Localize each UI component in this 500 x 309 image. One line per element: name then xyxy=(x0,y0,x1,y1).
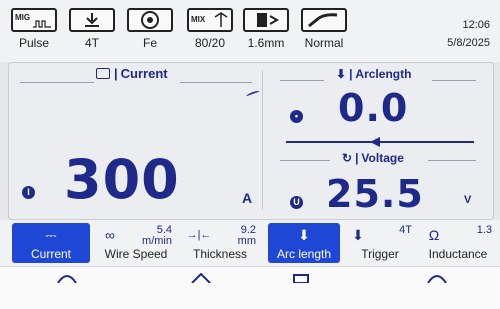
parameter-tab-bar: ⎓ Current ∞ 5.4 m/min Wire Speed →|← 9.2 m… xyxy=(0,220,500,266)
panel-divider xyxy=(262,70,263,210)
waveform-monitor-icon xyxy=(96,68,110,79)
current-panel-title: Current xyxy=(120,66,168,81)
wire-material-button[interactable]: Fe xyxy=(120,8,180,58)
arclength-panel-header: ⬇ | Arclength xyxy=(336,67,412,81)
wire-material-label: Fe xyxy=(142,36,157,50)
home-icon[interactable] xyxy=(190,273,212,283)
torch-icon xyxy=(301,8,347,32)
current-header-line-right xyxy=(180,82,252,83)
voltage-header-line-right xyxy=(428,160,476,161)
arclength-panel-title: Arclength xyxy=(355,67,412,81)
waveform-monitor-icon: ⎓ xyxy=(45,227,57,243)
arclength-icon: ⬇ xyxy=(298,227,310,243)
tab-thickness[interactable]: →|← 9.2 mm Thickness xyxy=(180,223,260,263)
trigger-icon: ⬇ xyxy=(352,227,364,243)
arclength-badge-icon: • xyxy=(290,110,303,123)
tab-trigger[interactable]: ⬇ 4T Trigger xyxy=(344,223,416,263)
navigation-strip xyxy=(0,266,500,309)
tab-trigger-label: Trigger xyxy=(361,247,399,261)
menu-icon[interactable] xyxy=(290,273,312,283)
trigger-value: 4T xyxy=(399,224,412,236)
wire-diameter-icon xyxy=(243,8,289,32)
settings-icon[interactable] xyxy=(426,273,448,283)
current-unit: A xyxy=(242,190,253,206)
tab-current[interactable]: ⎓ Current xyxy=(12,223,90,263)
tab-thickness-label: Thickness xyxy=(192,247,248,261)
arclength-slider-track[interactable] xyxy=(286,141,474,143)
tab-arc-length[interactable]: ⬇ Arc length xyxy=(268,223,340,263)
wire-diameter-button[interactable]: 1.6mm xyxy=(236,8,296,58)
current-header-line-left xyxy=(20,82,94,83)
voltage-panel-header: ↻ | Voltage xyxy=(342,151,404,165)
current-badge-icon: I xyxy=(22,186,35,199)
arclength-icon: ⬇ xyxy=(336,67,347,81)
tab-wire-speed-label: Wire Speed xyxy=(104,247,168,261)
process-mode-button[interactable]: MIG Pulse xyxy=(4,8,64,58)
wire-speed-value: 5.4 m/min xyxy=(142,224,172,247)
tab-current-label: Current xyxy=(30,247,71,261)
current-panel-header: | Current xyxy=(96,66,168,81)
gas-mix-button[interactable]: MIX 80/20 xyxy=(180,8,240,58)
voltage-icon: ↻ xyxy=(342,151,353,165)
mig-pulse-icon: MIG xyxy=(11,8,57,32)
voltage-value[interactable]: 25.5 xyxy=(326,172,424,216)
welding-waveform xyxy=(28,108,231,146)
voltage-header-line-left xyxy=(280,160,330,161)
voltage-panel-title: Voltage xyxy=(361,151,404,165)
arclength-slider-handle[interactable] xyxy=(370,137,380,147)
voltage-badge-icon: U xyxy=(290,196,303,209)
wire-spool-icon xyxy=(127,8,173,32)
inductance-value: 1.3 xyxy=(476,224,492,236)
time-text: 12:06 xyxy=(462,19,490,31)
date-text: 5/8/2025 xyxy=(447,37,490,49)
wire-feed-icon: ∞ xyxy=(105,227,115,243)
tab-wire-speed[interactable]: ∞ 5.4 m/min Wire Speed xyxy=(96,223,176,263)
trigger-mode-button[interactable]: 4T xyxy=(62,8,122,58)
arclength-header-line-right xyxy=(432,80,476,81)
arclength-header-line-left xyxy=(280,80,324,81)
inductance-icon: Ω xyxy=(428,227,440,243)
trigger-4t-icon xyxy=(69,8,115,32)
tab-arc-length-label: Arc length xyxy=(276,247,332,261)
tab-inductance[interactable]: Ω 1.3 Inductance xyxy=(420,223,496,263)
torch-mode-label: Normal xyxy=(304,36,344,50)
thickness-value: 9.2 mm xyxy=(237,224,256,247)
back-icon[interactable] xyxy=(56,273,78,283)
arclength-value[interactable]: 0.0 xyxy=(338,86,408,130)
current-value[interactable]: 300 xyxy=(64,148,180,211)
top-status-bar: MIG Pulse 4T Fe MIX 80/20 1.6mm Normal 1… xyxy=(0,0,500,62)
torch-mode-button[interactable]: Normal xyxy=(294,8,354,58)
gas-mix-label: 80/20 xyxy=(194,36,226,50)
process-mode-label: Pulse xyxy=(18,36,50,50)
tab-inductance-label: Inductance xyxy=(428,247,488,261)
voltage-unit: V xyxy=(464,194,472,206)
gas-mix-icon: MIX xyxy=(187,8,233,32)
wire-diameter-label: 1.6mm xyxy=(247,36,285,50)
trigger-mode-label: 4T xyxy=(84,36,99,50)
clock: 12:06 5/8/2025 xyxy=(447,16,490,52)
thickness-icon: →|← xyxy=(186,229,212,241)
